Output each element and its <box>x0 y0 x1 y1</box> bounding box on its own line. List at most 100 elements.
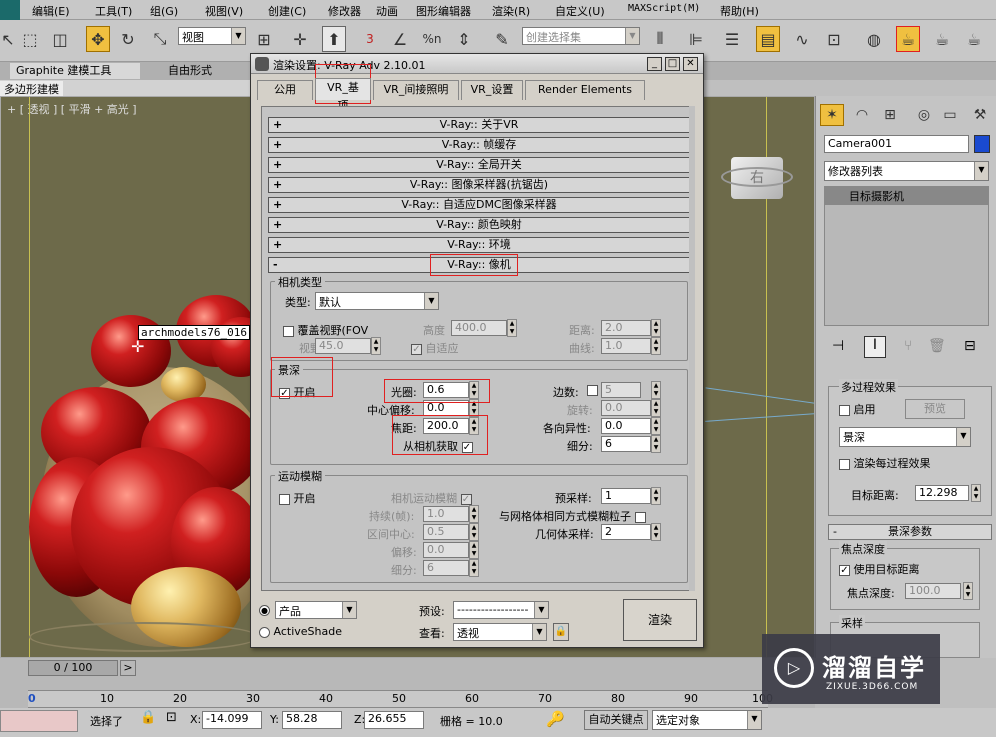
app-logo-icon[interactable] <box>0 0 20 20</box>
display-tab-icon[interactable]: ▭ <box>938 104 962 126</box>
distance-field[interactable]: 2.0 <box>601 320 651 336</box>
rollout-environment[interactable]: + V-Ray:: 环境 <box>268 237 690 253</box>
motion-blur-enable[interactable]: 开启 <box>279 490 316 506</box>
configure-sets-icon[interactable]: ⊟ <box>964 338 976 354</box>
set-key-icon[interactable]: 🔑 <box>546 710 565 728</box>
motion-tab-icon[interactable]: ◎ <box>912 104 936 126</box>
mirror-icon[interactable]: ⫴ <box>648 26 672 52</box>
render-each-pass-checkbox[interactable] <box>839 458 850 470</box>
mode-production[interactable]: ● <box>259 603 270 616</box>
menu-customize[interactable]: 自定义(U) <box>555 3 605 19</box>
rotation-field[interactable]: 0.0 <box>601 400 651 416</box>
viewport-label[interactable]: + [ 透视 ] [ 平滑 + 高光 ] <box>7 101 137 117</box>
angle-snap-icon[interactable]: ∠ <box>388 26 412 52</box>
override-fov-checkbox[interactable] <box>283 325 294 337</box>
move-icon[interactable]: ✥ <box>86 26 110 52</box>
auto-key-button[interactable]: 自动关键点 <box>584 710 648 730</box>
lock-selection-icon[interactable]: 🔒 <box>140 710 156 725</box>
object-color-swatch[interactable] <box>974 135 990 153</box>
focal-distance-field[interactable]: 200.0 <box>423 418 469 434</box>
create-tab-icon[interactable]: ✶ <box>820 104 844 126</box>
focal-depth-spinner[interactable]: ▲ ▼ <box>963 582 973 600</box>
percent-snap-icon[interactable]: %n <box>420 26 444 52</box>
interval-center-field[interactable]: 0.5 <box>423 524 469 540</box>
menu-rendering[interactable]: 渲染(R) <box>492 3 530 19</box>
menu-create[interactable]: 创建(C) <box>268 3 306 19</box>
focal-distance-spinner[interactable]: ▲ ▼ <box>469 417 479 435</box>
aperture-field[interactable]: 0.6 <box>423 382 469 398</box>
aperture-spinner[interactable]: ▲ ▼ <box>469 381 479 399</box>
tab-render-elements[interactable]: Render Elements <box>525 80 645 100</box>
named-selection-dropdown[interactable]: 创建选择集 ▼ <box>522 27 640 45</box>
x-coordinate-field[interactable]: -14.099 <box>202 711 262 729</box>
anisotropy-field[interactable]: 0.0 <box>601 418 651 434</box>
rotation-spinner[interactable]: ▲ ▼ <box>651 399 661 417</box>
center-bias-field[interactable]: 0.0 <box>423 400 469 416</box>
y-coordinate-field[interactable]: 58.28 <box>282 711 342 729</box>
layer-manager-icon[interactable]: ☰ <box>720 26 744 52</box>
render-setup-icon[interactable]: ☕ <box>896 26 920 52</box>
duration-spinner[interactable]: ▲ ▼ <box>469 505 479 523</box>
dof-enable[interactable]: ✓ 开启 <box>279 384 316 400</box>
tab-vr-indirect[interactable]: VR_间接照明 <box>373 80 459 100</box>
show-end-result-icon[interactable]: I <box>864 336 886 358</box>
focal-depth-field[interactable]: 100.0 <box>905 583 961 599</box>
menu-tools[interactable]: 工具(T) <box>95 3 132 19</box>
tab-graphite[interactable]: Graphite 建模工具 <box>10 63 140 79</box>
scale-icon[interactable]: ⤡ <box>148 26 172 52</box>
tab-vr-settings[interactable]: VR_设置 <box>461 80 523 100</box>
curve-field[interactable]: 1.0 <box>601 338 651 354</box>
multipass-effect-dropdown[interactable]: 景深 ▼ <box>839 427 971 447</box>
mode-activeshade[interactable]: ActiveShade <box>259 625 342 638</box>
absolute-mode-icon[interactable]: ⊡ <box>166 710 177 725</box>
center-bias-spinner[interactable]: ▲ ▼ <box>469 399 479 417</box>
blur-particles-checkbox[interactable] <box>634 511 646 523</box>
menu-help[interactable]: 帮助(H) <box>720 3 759 19</box>
schematic-view-icon[interactable]: ⊡ <box>822 26 846 52</box>
select-icon[interactable]: ↖ <box>0 26 20 52</box>
rollout-color-mapping[interactable]: + V-Ray:: 颜色映射 <box>268 217 690 233</box>
prepass-samples-field[interactable]: 1 <box>601 488 651 504</box>
activeshade-radio[interactable] <box>259 626 270 638</box>
make-unique-icon[interactable]: ⑂ <box>904 338 912 354</box>
menu-maxscript[interactable]: MAXScript(M) <box>628 3 700 14</box>
remove-modifier-icon[interactable]: 🗑 <box>928 338 946 354</box>
menu-view[interactable]: 视图(V) <box>205 3 243 19</box>
settings-scrollbar[interactable] <box>689 106 695 591</box>
dialog-titlebar[interactable]: 渲染设置: V-Ray Adv 2.10.01 _ □ ✕ <box>251 54 703 74</box>
pivot-icon[interactable]: ⊞ <box>252 26 276 52</box>
preset-dropdown[interactable]: ------------------ ▼ <box>453 601 549 619</box>
modify-tab-icon[interactable]: ◠ <box>850 104 874 126</box>
hierarchy-tab-icon[interactable]: ⊞ <box>878 104 902 126</box>
dof-subdivs-spinner[interactable]: ▲ ▼ <box>651 435 661 453</box>
settings-scroll-area[interactable]: + V-Ray:: 关于VR + V-Ray:: 帧缓存 + V-Ray:: 全局开关… <box>261 106 691 591</box>
rollout-adaptive-dmc[interactable]: + V-Ray:: 自适应DMC图像采样器 <box>268 197 690 213</box>
tab-common[interactable]: 公用 <box>257 80 313 100</box>
camera-motion-blur-checkbox[interactable]: ✓ <box>460 493 472 505</box>
render-production-icon[interactable]: ☕ <box>962 26 986 52</box>
prepass-samples-spinner[interactable]: ▲ ▼ <box>651 487 661 505</box>
duration-field[interactable]: 1.0 <box>423 506 469 522</box>
menu-edit[interactable]: 编辑(E) <box>32 3 70 19</box>
preview-button[interactable]: 预览 <box>905 399 965 419</box>
rendered-frame-icon[interactable]: ☕ <box>930 26 954 52</box>
mb-bias-spinner[interactable]: ▲ ▼ <box>469 541 479 559</box>
material-editor-icon[interactable]: ◍ <box>862 26 886 52</box>
rollout-about-vr[interactable]: + V-Ray:: 关于VR <box>268 117 690 133</box>
blur-particles[interactable]: 与网格体相同方式模糊粒子 <box>499 508 646 524</box>
auto-fit-checkbox[interactable]: ✓ <box>411 343 422 355</box>
mb-subdivs-field[interactable]: 6 <box>423 560 469 576</box>
dof-enable-checkbox[interactable]: ✓ <box>279 387 290 399</box>
get-from-camera[interactable]: 从相机获取 ✓ <box>403 438 473 454</box>
height-spinner[interactable]: ▲ ▼ <box>507 319 517 337</box>
menu-modifiers[interactable]: 修改器 <box>328 3 361 19</box>
object-name-field[interactable]: Camera001 <box>824 135 969 153</box>
fov-spinner[interactable]: ▲ ▼ <box>371 337 381 355</box>
menu-animation[interactable]: 动画 <box>376 3 398 19</box>
anisotropy-spinner[interactable]: ▲ ▼ <box>651 417 661 435</box>
mb-bias-field[interactable]: 0.0 <box>423 542 469 558</box>
use-target-distance-checkbox[interactable]: ✓ <box>839 564 850 576</box>
dof-params-rollout[interactable]: - 景深参数 <box>828 524 992 540</box>
lock-view-icon[interactable]: 🔒 <box>553 623 569 641</box>
auto-fit[interactable]: ✓ 自适应 <box>411 340 459 356</box>
